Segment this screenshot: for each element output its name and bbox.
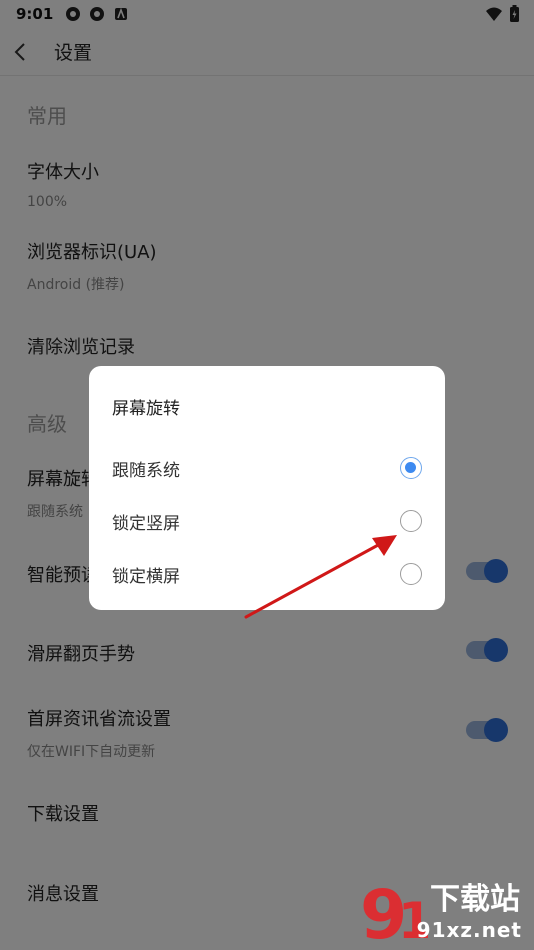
option-label: 锁定横屏 <box>112 566 180 587</box>
option-label: 锁定竖屏 <box>112 513 180 534</box>
screen-rotation-dialog: 屏幕旋转 跟随系统 锁定竖屏 锁定横屏 <box>89 366 445 610</box>
option-lock-landscape[interactable]: 锁定横屏 <box>89 550 445 598</box>
radio-checked-icon[interactable] <box>400 457 422 479</box>
option-lock-portrait[interactable]: 锁定竖屏 <box>89 497 445 545</box>
watermark-logo: 9 1 下载站 91xz.net <box>358 868 528 948</box>
watermark-brand: 下载站 <box>430 882 520 917</box>
radio-unchecked-icon[interactable] <box>400 563 422 585</box>
radio-unchecked-icon[interactable] <box>400 510 422 532</box>
option-follow-system[interactable]: 跟随系统 <box>89 444 445 492</box>
option-label: 跟随系统 <box>112 460 180 481</box>
dialog-title: 屏幕旋转 <box>112 399 180 419</box>
watermark-site: 91xz.net <box>416 918 522 942</box>
